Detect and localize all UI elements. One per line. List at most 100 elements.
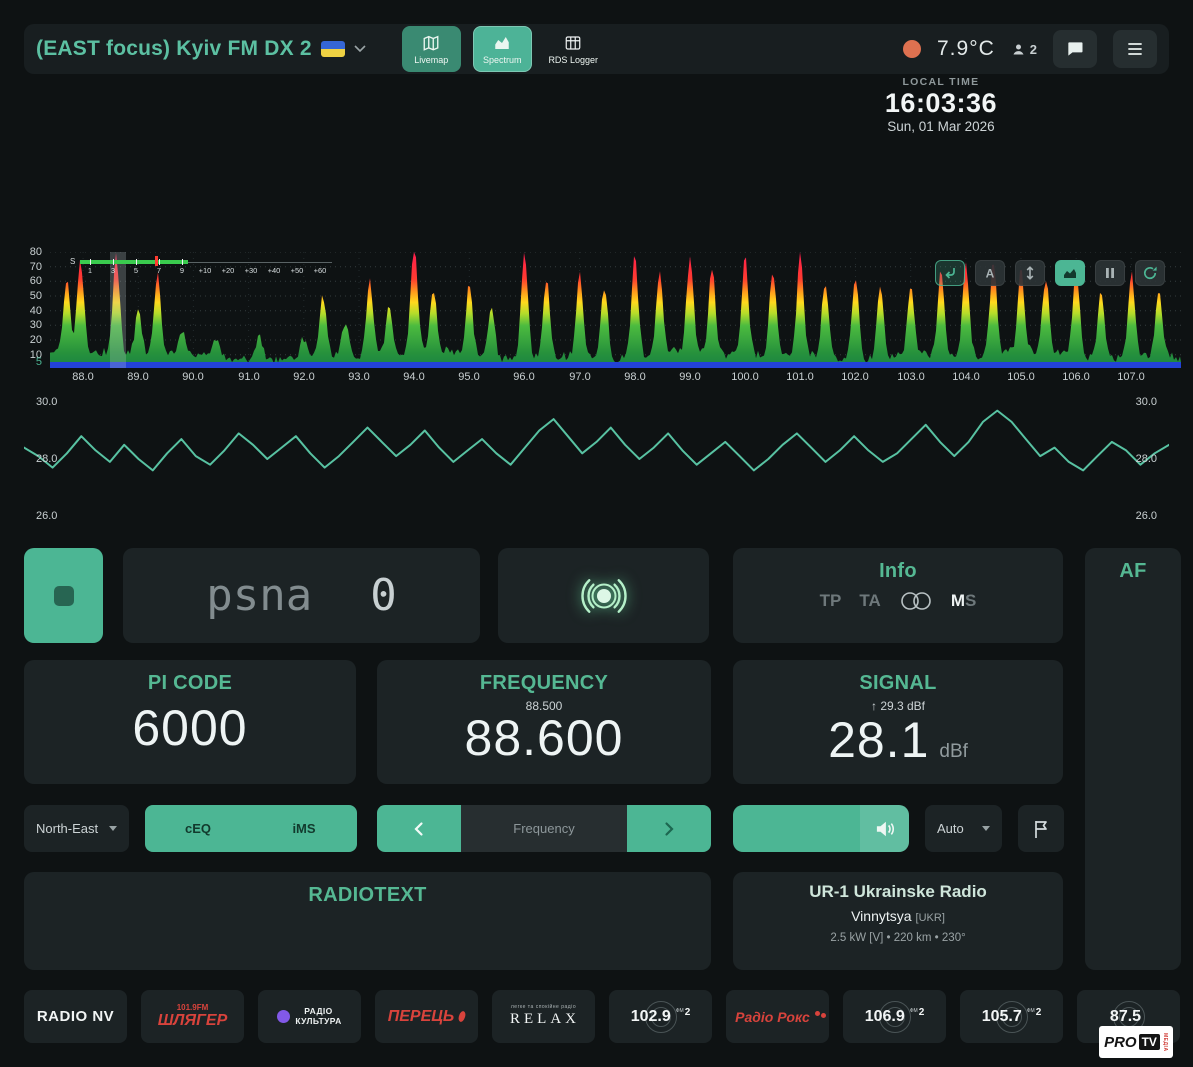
frequency-tile[interactable]: FREQUENCY 88.500 88.600 bbox=[377, 660, 711, 784]
header-nav: Livemap Spectrum RDS Logger bbox=[402, 24, 603, 74]
ps-name: psna bbox=[206, 570, 312, 621]
s-meter-label: +50 bbox=[291, 266, 304, 275]
arrow-up-icon: ↑ bbox=[871, 699, 880, 713]
spectrum-x-tick: 98.0 bbox=[624, 371, 645, 383]
antenna-select[interactable]: North-East bbox=[24, 805, 129, 852]
scan-mode-value: Auto bbox=[937, 821, 964, 836]
protv-tv-text: TV bbox=[1139, 1034, 1160, 1050]
station-logo-2[interactable]: РАДІОКУЛЬТУРА bbox=[258, 990, 361, 1043]
signal-unit: dBf bbox=[939, 741, 968, 763]
stereo-indicator-tile[interactable] bbox=[24, 548, 103, 643]
s-meter-label: +20 bbox=[222, 266, 235, 275]
chat-button[interactable] bbox=[1053, 30, 1097, 68]
livemap-button[interactable]: Livemap bbox=[402, 26, 461, 72]
rds-logger-label: RDS Logger bbox=[548, 55, 598, 65]
server-name-dropdown[interactable]: (EAST focus) Kyiv FM DX 2 bbox=[36, 37, 366, 61]
station-logo-8[interactable]: 105.7ФМ2 bbox=[960, 990, 1063, 1043]
station-country: [UKR] bbox=[916, 912, 945, 924]
server-name-text: (EAST focus) Kyiv FM DX 2 bbox=[36, 37, 312, 61]
spectrum-tool-corner-down-arrow-button[interactable] bbox=[935, 260, 965, 286]
s-meter-tick bbox=[182, 259, 183, 265]
tune-down-button[interactable] bbox=[377, 805, 461, 852]
ps-name-tile: psna 0 bbox=[123, 548, 480, 643]
signal-axis-label: 28.0 bbox=[1136, 453, 1157, 465]
signal-axis-label: 30.0 bbox=[1136, 396, 1157, 408]
fm-dx-webserver-app: (EAST focus) Kyiv FM DX 2 Livemap Spectr… bbox=[0, 0, 1193, 1067]
temperature-value: 7.9°C bbox=[937, 37, 995, 61]
station-logo-1[interactable]: 101.9FMШЛЯГЕР bbox=[141, 990, 244, 1043]
radiotext-tile: RADIOTEXT bbox=[24, 872, 711, 970]
speaker-icon bbox=[874, 820, 896, 838]
signal-value-row: 28.1 dBf bbox=[733, 715, 1063, 765]
spectrum-tool-arrows-vertical-button[interactable] bbox=[1015, 260, 1045, 286]
radiotext-title: RADIOTEXT bbox=[24, 872, 711, 907]
ps-name-suffix: 0 bbox=[370, 570, 397, 621]
user-icon bbox=[1011, 42, 1026, 57]
chevron-right-icon bbox=[662, 821, 676, 837]
tp-flag: TP bbox=[820, 591, 842, 611]
af-title: AF bbox=[1085, 548, 1181, 583]
spectrum-x-tick: 94.0 bbox=[403, 371, 424, 383]
station-location: Vinnytsya[UKR] bbox=[733, 908, 1063, 924]
station-logo-5[interactable]: 102.9ФМ2 bbox=[609, 990, 712, 1043]
tune-up-button[interactable] bbox=[627, 805, 711, 852]
menu-button[interactable] bbox=[1113, 30, 1157, 68]
pi-code-tile: PI CODE 6000 bbox=[24, 660, 356, 784]
s-meter-tick bbox=[113, 259, 114, 265]
s-meter-s-label: S bbox=[70, 257, 75, 266]
spectrum-x-tick: 96.0 bbox=[513, 371, 534, 383]
pi-code-label: PI CODE bbox=[24, 660, 356, 695]
protv-pro-text: PRO bbox=[1104, 1034, 1137, 1051]
signal-value: 28.1 bbox=[828, 715, 929, 765]
cherries-icon bbox=[815, 1011, 820, 1016]
s-meter: S13579+10+20+30+40+50+60 bbox=[70, 255, 340, 279]
s-meter-tick bbox=[90, 259, 91, 265]
frequency-input[interactable] bbox=[461, 805, 627, 852]
rds-logger-button[interactable]: RDS Logger bbox=[544, 26, 603, 72]
volume-slider[interactable] bbox=[733, 805, 909, 852]
spectrum-button[interactable]: Spectrum bbox=[473, 26, 532, 72]
spectrum-x-tick: 88.0 bbox=[72, 371, 93, 383]
s-meter-label: 7 bbox=[157, 266, 161, 275]
protv-logo: PRO TV МЕДІА bbox=[1099, 1026, 1173, 1058]
ims-toggle-button[interactable]: iMS bbox=[251, 805, 357, 852]
spectrum-tool-refresh-button[interactable] bbox=[1135, 260, 1165, 286]
station-details: 2.5 kW [V] • 220 km • 230° bbox=[733, 932, 1063, 944]
spectrum-y-tick: 40 bbox=[14, 305, 42, 317]
signal-label: SIGNAL bbox=[733, 660, 1063, 695]
status-dot-icon bbox=[903, 40, 921, 58]
scan-mode-select[interactable]: Auto bbox=[925, 805, 1002, 852]
spectrum-x-tick: 104.0 bbox=[952, 371, 980, 383]
station-logo-4[interactable]: легке та спокійне радіоRELAX bbox=[492, 990, 595, 1043]
spectrum-x-tick: 91.0 bbox=[238, 371, 259, 383]
signal-history-graph: 30.030.028.028.026.026.0 bbox=[24, 392, 1169, 528]
local-time-label: LOCAL TIME bbox=[885, 76, 997, 88]
spectrum-x-tick: 93.0 bbox=[348, 371, 369, 383]
stereo-flag: S bbox=[965, 591, 976, 611]
report-flag-button[interactable] bbox=[1018, 805, 1064, 852]
pi-code-value: 6000 bbox=[24, 703, 356, 753]
chevron-left-icon bbox=[412, 821, 426, 837]
station-logo-3[interactable]: ПЕРЕЦЬ bbox=[375, 990, 478, 1043]
spectrum-tool-area-chart-button[interactable] bbox=[1055, 260, 1085, 286]
frequency-value: 88.600 bbox=[377, 713, 711, 763]
spectrum-x-tick: 105.0 bbox=[1007, 371, 1035, 383]
audio-indicator-tile[interactable] bbox=[498, 548, 709, 643]
signal-history-line bbox=[24, 392, 1169, 528]
eq-ims-panel: cEQ iMS bbox=[145, 805, 357, 852]
chevron-down-icon bbox=[982, 826, 990, 831]
spectrum-analyzer[interactable]: S13579+10+20+30+40+50+60 A bbox=[50, 252, 1181, 368]
af-list-tile: AF bbox=[1085, 548, 1181, 970]
spectrum-y-tick: 30 bbox=[14, 319, 42, 331]
spectrum-tool-pause-button[interactable] bbox=[1095, 260, 1125, 286]
hamburger-icon bbox=[1125, 39, 1145, 59]
spectrum-tool-letter-a-button[interactable]: A bbox=[975, 260, 1005, 286]
frequency-label: FREQUENCY bbox=[377, 660, 711, 695]
station-logo-6[interactable]: Радіо Рокс bbox=[726, 990, 829, 1043]
local-time-widget: LOCAL TIME 16:03:36 Sun, 01 Mar 2026 bbox=[885, 76, 997, 134]
spectrum-x-tick: 102.0 bbox=[841, 371, 869, 383]
ukraine-flag-icon bbox=[321, 41, 345, 57]
station-logo-7[interactable]: 106.9ФМ2 bbox=[843, 990, 946, 1043]
eq-toggle-button[interactable]: cEQ bbox=[145, 805, 251, 852]
station-logo-0[interactable]: RADIO NV bbox=[24, 990, 127, 1043]
